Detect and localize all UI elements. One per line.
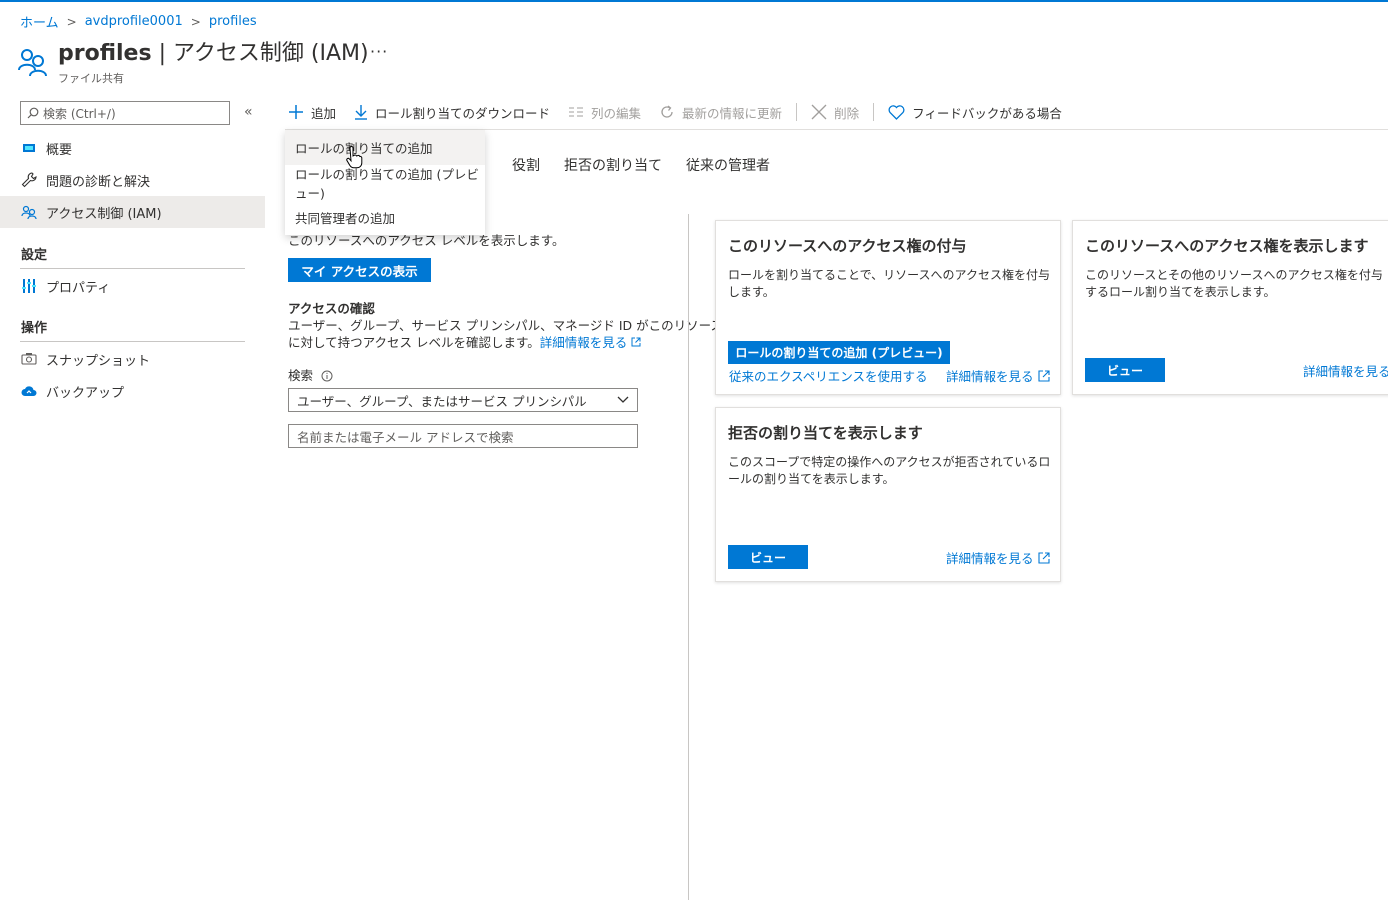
search-label: 検索 bbox=[288, 367, 333, 384]
refresh-button[interactable]: 最新の情報に更新 bbox=[659, 103, 782, 122]
card-title: このリソースへのアクセス権を表示します bbox=[1085, 237, 1369, 255]
check-access-title: アクセスの確認 bbox=[288, 301, 375, 316]
sidebar-item-diagnose[interactable]: 問題の診断と解決 bbox=[0, 164, 265, 196]
add-role-assignment-preview-button[interactable]: ロールの割り当ての追加 (プレビュー) bbox=[728, 341, 950, 364]
breadcrumb-separator: > bbox=[190, 14, 201, 29]
feedback-button[interactable]: フィードバックがある場合 bbox=[888, 103, 1062, 122]
view-learn-more-link[interactable]: 詳細情報を見る bbox=[1303, 361, 1388, 380]
edit-columns-button[interactable]: 列の編集 bbox=[568, 103, 641, 122]
refresh-icon bbox=[661, 105, 673, 118]
add-dropdown-menu: ロールの割り当ての追加 ロールの割り当ての追加 (プレビュー) 共同管理者の追加 bbox=[285, 130, 485, 235]
operations-section-header: 操作 bbox=[21, 321, 48, 336]
wrench-icon bbox=[20, 171, 38, 189]
snapshot-icon bbox=[20, 350, 38, 368]
sidebar-item-access-control[interactable]: アクセス制御 (IAM) bbox=[0, 196, 265, 228]
toolbar-separator bbox=[796, 103, 798, 121]
section-divider bbox=[20, 341, 245, 342]
card-description: ロールを割り当てることで、リソースへのアクセス権を付与します。 bbox=[728, 268, 1050, 299]
people-icon bbox=[18, 44, 50, 80]
breadcrumb-home[interactable]: ホーム bbox=[20, 12, 59, 31]
section-divider bbox=[20, 268, 245, 269]
view-access-card: このリソースへのアクセス権を表示します このリソースとその他のリソースへのアクセ… bbox=[1072, 220, 1388, 395]
card-description: このスコープで特定の操作へのアクセスが拒否されているロールの割り当てを表示します… bbox=[728, 455, 1051, 486]
view-role-assignments-button[interactable]: ビュー bbox=[1085, 358, 1165, 382]
chevron-down-icon bbox=[617, 396, 629, 403]
plus-icon bbox=[289, 105, 303, 119]
command-bar: 追加 ロール割り当てのダウンロード 列の編集 最新の情報に更新 削除 フィードバ… bbox=[288, 100, 1080, 124]
classic-experience-link[interactable]: 従来のエクスペリエンスを使用する bbox=[729, 366, 928, 385]
view-deny-assignments-button[interactable]: ビュー bbox=[728, 545, 808, 569]
settings-section-header: 設定 bbox=[21, 248, 48, 263]
card-title: 拒否の割り当てを表示します bbox=[728, 424, 923, 442]
tab-deny-assignments[interactable]: 拒否の割り当て bbox=[564, 155, 662, 175]
view-my-access-button[interactable]: マイ アクセスの表示 bbox=[288, 258, 431, 282]
deny-learn-more-link[interactable]: 詳細情報を見る bbox=[946, 548, 1051, 567]
search-icon bbox=[27, 107, 39, 119]
external-link-icon bbox=[631, 337, 641, 347]
more-options-button[interactable]: ··· bbox=[370, 42, 388, 61]
people-icon bbox=[20, 203, 38, 221]
properties-icon bbox=[20, 277, 38, 295]
sidebar-item-overview[interactable]: 概要 bbox=[0, 132, 265, 164]
collapse-sidebar-button[interactable]: « bbox=[244, 104, 253, 120]
sidebar-search-input[interactable]: 検索 (Ctrl+/) bbox=[20, 101, 230, 125]
breadcrumb-current[interactable]: profiles bbox=[209, 14, 257, 29]
close-icon bbox=[811, 104, 827, 120]
sidebar-item-snapshot[interactable]: スナップショット bbox=[0, 343, 265, 375]
tab-bar: 役割 拒否の割り当て 従来の管理者 bbox=[512, 155, 770, 175]
deny-assignments-card: 拒否の割り当てを表示します このスコープで特定の操作へのアクセスが拒否されている… bbox=[715, 407, 1061, 582]
overview-icon bbox=[20, 139, 38, 157]
principal-type-select[interactable]: ユーザー、グループ、またはサービス プリンシパル bbox=[288, 388, 638, 412]
menu-item-add-role-assignment[interactable]: ロールの割り当ての追加 bbox=[285, 130, 485, 165]
download-role-assignments-button[interactable]: ロール割り当てのダウンロード bbox=[354, 103, 550, 122]
card-title: このリソースへのアクセス権の付与 bbox=[728, 237, 967, 255]
delete-button[interactable]: 削除 bbox=[811, 103, 859, 122]
external-link-icon bbox=[1037, 369, 1050, 382]
sidebar-item-backup[interactable]: バックアップ bbox=[0, 375, 265, 407]
menu-item-add-role-assignment-preview[interactable]: ロールの割り当ての追加 (プレビュー) bbox=[285, 165, 485, 201]
download-icon bbox=[355, 105, 368, 120]
hand-cursor-icon bbox=[346, 146, 363, 169]
check-access-learn-more-link[interactable]: 詳細情報を見る bbox=[540, 335, 642, 350]
tab-roles[interactable]: 役割 bbox=[512, 155, 540, 175]
info-icon[interactable] bbox=[321, 370, 333, 382]
page-title: profiles | アクセス制御 (IAM) bbox=[58, 41, 369, 66]
external-link-icon bbox=[1037, 551, 1050, 564]
page-header: profiles | アクセス制御 (IAM) ファイル共有 bbox=[18, 40, 369, 86]
page-subtitle: ファイル共有 bbox=[58, 72, 124, 85]
sidebar-item-properties[interactable]: プロパティ bbox=[0, 270, 265, 302]
menu-item-add-co-administrator[interactable]: 共同管理者の追加 bbox=[285, 200, 485, 235]
grant-access-card: このリソースへのアクセス権の付与 ロールを割り当てることで、リソースへのアクセス… bbox=[715, 220, 1061, 395]
name-or-email-search-input[interactable]: 名前または電子メール アドレスで検索 bbox=[288, 424, 638, 448]
breadcrumb-storage-account[interactable]: avdprofile0001 bbox=[85, 14, 183, 29]
top-accent-line bbox=[0, 0, 1388, 2]
card-description: このリソースとその他のリソースへのアクセス権を付与するロール割り当てを表示します… bbox=[1085, 268, 1383, 299]
add-button[interactable]: 追加 bbox=[288, 103, 336, 122]
columns-icon bbox=[569, 107, 584, 117]
tab-classic-administrators[interactable]: 従来の管理者 bbox=[686, 155, 770, 175]
check-access-description: ユーザー、グループ、サービス プリンシパル、マネージド ID がこのリソース に… bbox=[288, 318, 723, 350]
grant-learn-more-link[interactable]: 詳細情報を見る bbox=[946, 366, 1051, 385]
heart-icon bbox=[888, 104, 905, 120]
toolbar-separator bbox=[873, 103, 875, 121]
pane-divider bbox=[688, 214, 689, 900]
breadcrumb: ホーム > avdprofile0001 > profiles bbox=[20, 12, 257, 31]
breadcrumb-separator: > bbox=[66, 14, 77, 29]
backup-icon bbox=[20, 382, 38, 400]
